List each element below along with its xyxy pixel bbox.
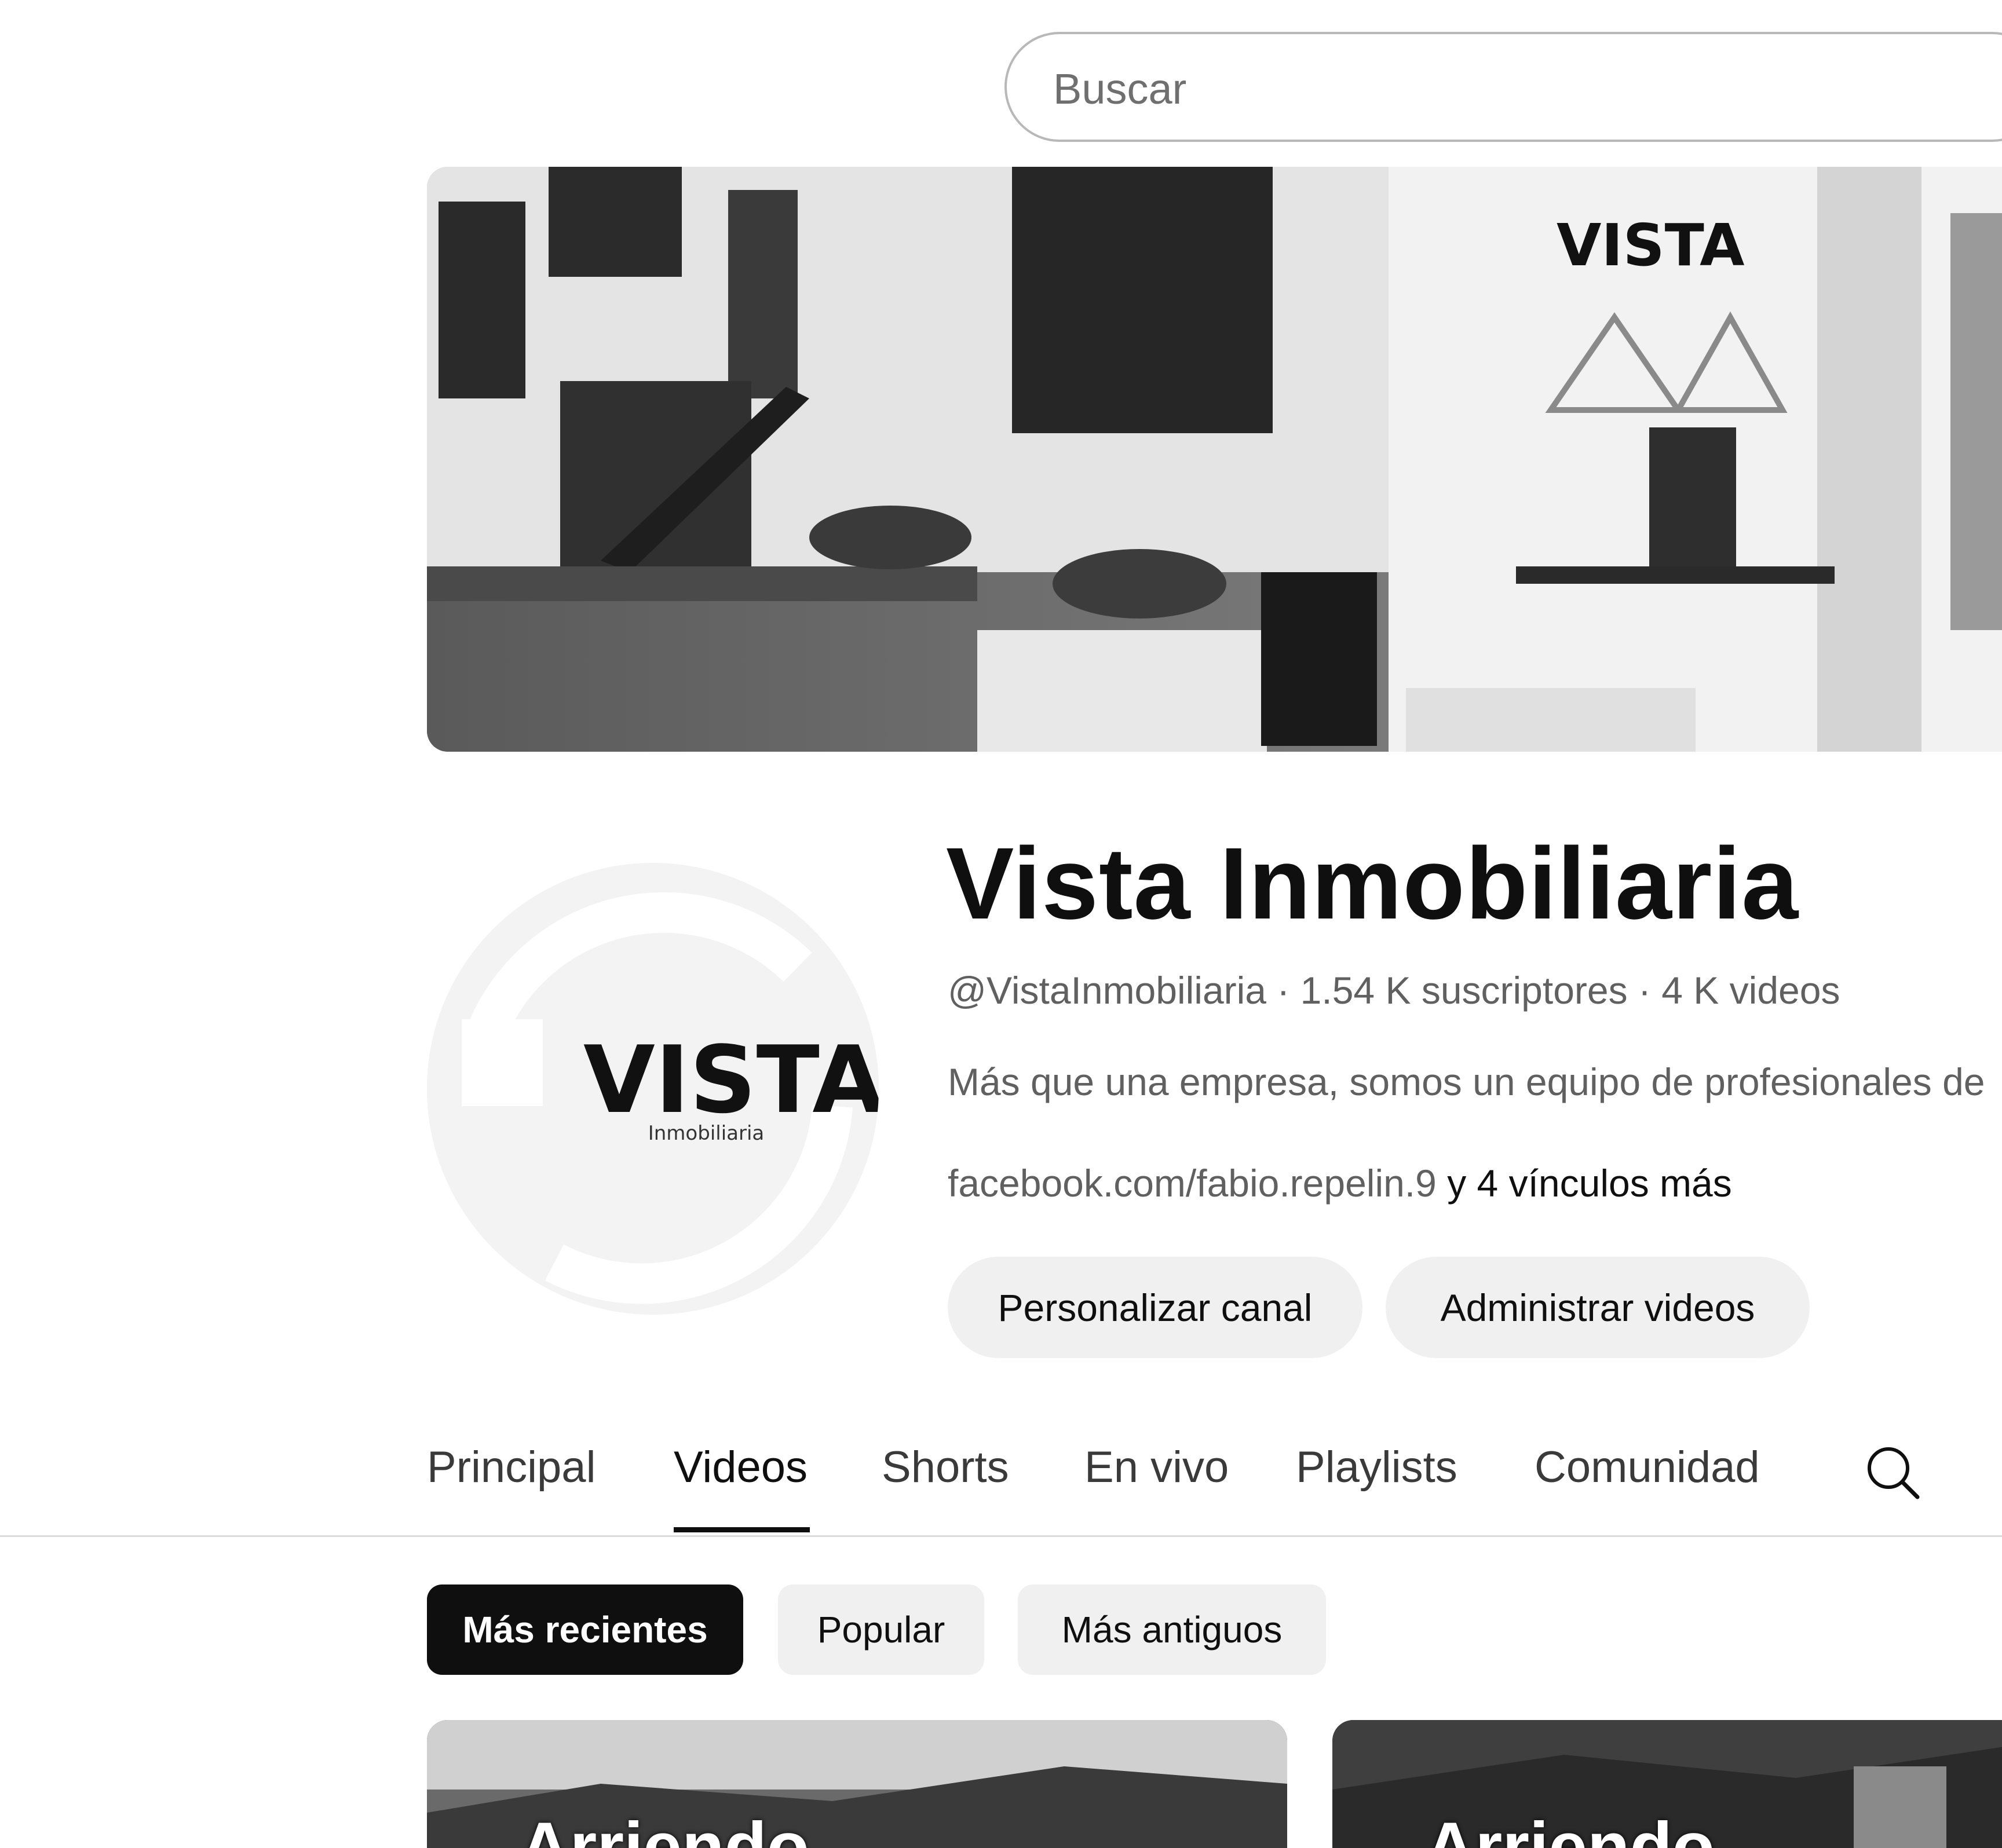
tab-playlists[interactable]: Playlists <box>1296 1442 1457 1492</box>
channel-banner: VISTA <box>427 167 2002 752</box>
tab-en-vivo[interactable]: En vivo <box>1084 1442 1229 1492</box>
channel-page: VISTA VISTA Inmobiliaria Vista Inmobilia… <box>0 0 2002 1848</box>
avatar-logo: VISTA Inmobiliaria <box>427 863 879 1315</box>
video-title: Arriendo <box>1425 1808 1715 1848</box>
avatar-logo-subtext: Inmobiliaria <box>648 1122 765 1145</box>
more-links-link[interactable]: y 4 vínculos más <box>1447 1162 1732 1205</box>
video-thumbnail[interactable]: Arriendo <box>427 1720 1287 1848</box>
banner-image: VISTA <box>427 167 2002 752</box>
tab-videos[interactable]: Videos <box>674 1442 808 1492</box>
subscriber-count: 1.54 K suscriptores <box>1300 969 1628 1012</box>
video-title: Arriendo <box>520 1808 810 1848</box>
search-box[interactable] <box>1004 32 2002 142</box>
meta-separator: · <box>1627 969 1662 1012</box>
channel-name: Vista Inmobiliaria <box>946 827 1799 941</box>
channel-handle: @VistaInmobiliaria <box>948 969 1267 1012</box>
tab-comunidad[interactable]: Comunidad <box>1535 1442 1760 1492</box>
filter-chip-oldest[interactable]: Más antiguos <box>1018 1584 1326 1675</box>
search-input[interactable] <box>1052 56 1981 121</box>
channel-avatar[interactable]: VISTA Inmobiliaria <box>427 863 879 1315</box>
channel-description[interactable]: Más que una empresa, somos un equipo de … <box>948 1060 1985 1104</box>
video-thumbnail[interactable]: Arriendo <box>1332 1720 2002 1848</box>
banner-logo-text: VISTA <box>1557 211 1744 279</box>
facebook-link[interactable]: facebook.com/fabio.repelin.9 <box>948 1162 1437 1205</box>
filter-chip-popular[interactable]: Popular <box>778 1584 984 1675</box>
manage-videos-button[interactable]: Administrar videos <box>1386 1257 1810 1358</box>
customize-channel-button[interactable]: Personalizar canal <box>948 1257 1362 1358</box>
active-tab-indicator <box>674 1527 810 1532</box>
search-icon[interactable] <box>1864 1444 1922 1502</box>
tab-principal[interactable]: Principal <box>427 1442 596 1492</box>
channel-tabs: Principal Videos Shorts En vivo Playlist… <box>427 1430 2002 1535</box>
avatar-logo-text: VISTA <box>583 1026 879 1134</box>
tabs-divider <box>0 1535 2002 1537</box>
meta-separator: · <box>1266 969 1300 1012</box>
channel-links: facebook.com/fabio.repelin.9 y 4 vínculo… <box>948 1161 1732 1205</box>
filter-chip-recent[interactable]: Más recientes <box>427 1584 743 1675</box>
tab-shorts[interactable]: Shorts <box>882 1442 1009 1492</box>
video-count: 4 K videos <box>1661 969 1840 1012</box>
channel-meta: @VistaInmobiliaria · 1.54 K suscriptores… <box>948 968 1840 1012</box>
